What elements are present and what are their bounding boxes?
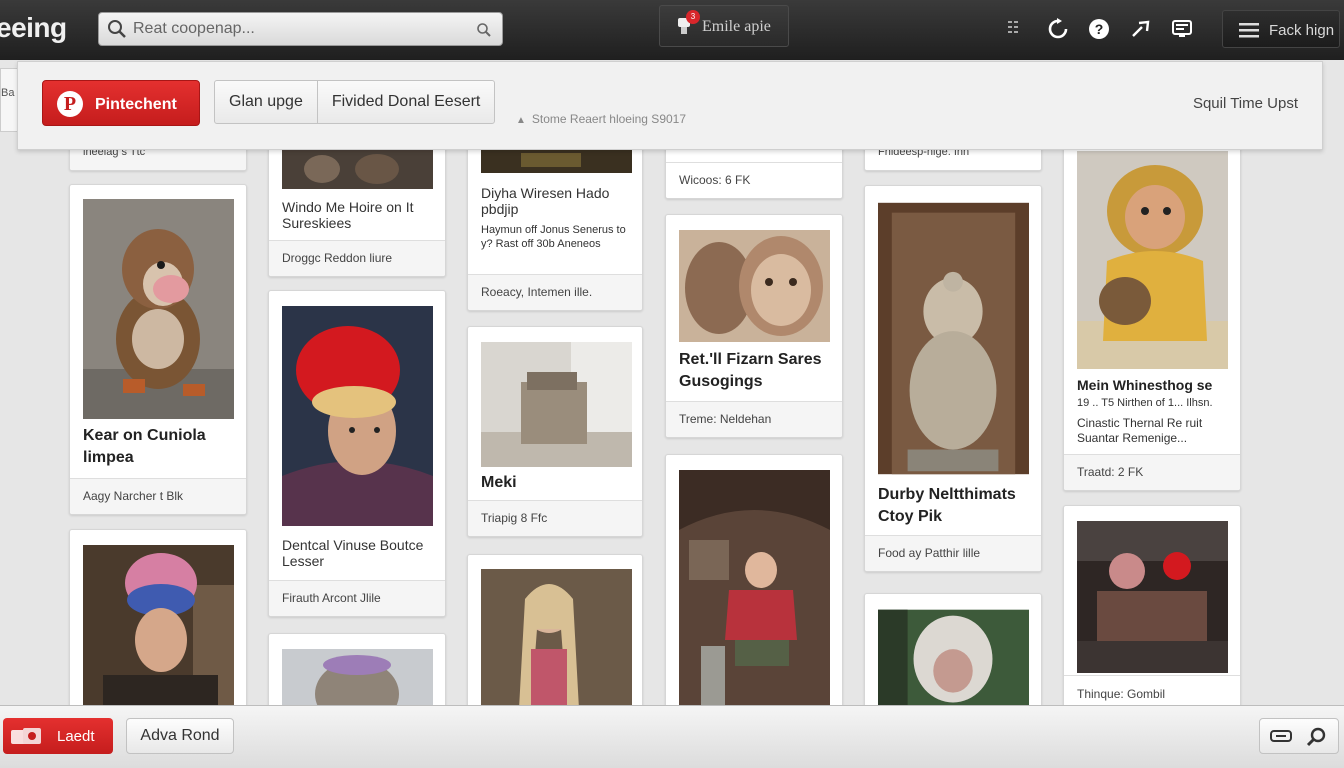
pin-description-extra: Cinastic Thernal Re ruit Suantar Remenig…: [1077, 416, 1203, 445]
pin-footer: Aagy Narcher t Blk: [70, 478, 246, 514]
pin-image[interactable]: [481, 342, 632, 467]
segment-option[interactable]: Fivided Donal Eesert: [316, 81, 495, 123]
pin-image[interactable]: [878, 609, 1029, 714]
pin-image[interactable]: [1077, 521, 1228, 673]
pin-footer: Wicoos: 6 FK: [666, 162, 842, 198]
pin-card[interactable]: Mein Whinesthog se 19 .. T5 Nirthen of 1…: [1063, 140, 1241, 491]
notification-badge: 3: [686, 10, 700, 24]
pin-image[interactable]: [83, 545, 234, 709]
pin-card[interactable]: Ret.'ll Fizarn Sares Gusogings Treme: Ne…: [665, 214, 843, 438]
menu-icon: [1239, 22, 1259, 42]
svg-text:?: ?: [1095, 21, 1104, 37]
notifications-label: Emile apie: [702, 18, 771, 35]
notifications-button[interactable]: 3 Emile apie: [659, 5, 789, 47]
pin-card[interactable]: [467, 554, 643, 714]
glasses-icon[interactable]: [1270, 727, 1292, 750]
pin-stack-icon: [9, 726, 49, 752]
search-submit-icon[interactable]: [476, 22, 492, 43]
pin-footer: Triapig 8 Ffc: [468, 500, 642, 536]
pin-image[interactable]: [481, 569, 632, 714]
panel-right-link[interactable]: Squil Time Upst: [1193, 95, 1298, 112]
pin-description: Windo Me Hoire on It Sureskiees: [282, 199, 414, 231]
bottom-primary-label: Laedt: [57, 728, 95, 745]
bottom-tools: [1259, 718, 1339, 754]
pin-card[interactable]: [864, 593, 1042, 714]
pin-image[interactable]: [1077, 151, 1228, 369]
pin-description: 19 .. T5 Nirthen of 1... Ilhsn.: [1077, 397, 1213, 409]
top-bar: eeing 3 Emile apie ? Fack hign: [0, 0, 1344, 60]
pin-footer: Droggc Reddon liure: [269, 240, 445, 276]
messages-icon[interactable]: [1171, 18, 1193, 40]
pin-footer: Food ay Patthir lille: [865, 535, 1041, 571]
pin-card[interactable]: [69, 529, 247, 709]
pin-card[interactable]: Diyha Wiresen Hado pbdjip Haymun off Jon…: [467, 140, 643, 311]
pin-card[interactable]: [665, 454, 843, 714]
pin-image[interactable]: [878, 201, 1029, 476]
segment-option[interactable]: Glan upge: [215, 81, 317, 123]
pin-title: Mein Whinesthog se: [1077, 377, 1213, 393]
bottom-bar: Laedt Adva Rond: [0, 705, 1344, 768]
advanced-button[interactable]: Adva Rond: [126, 718, 234, 754]
account-button[interactable]: Fack hign: [1222, 10, 1340, 48]
segmented-control: Glan upge Fivided Donal Eesert: [214, 80, 496, 124]
pin-image[interactable]: [282, 306, 433, 526]
pin-title: Ret.'ll Fizarn Sares Gusogings: [679, 351, 822, 390]
pin-footer: Treme: Neldehan: [666, 401, 842, 437]
panel-note-text: Stome Reaert hloeing S9017: [531, 112, 687, 126]
pin-description: Diyha Wiresen Hado pbdjip: [481, 185, 610, 217]
pin-image[interactable]: [83, 199, 234, 419]
search-icon: [107, 19, 127, 44]
pin-image[interactable]: [282, 649, 433, 713]
grid-icon[interactable]: [1006, 18, 1028, 40]
pin-card[interactable]: Meki Triapig 8 Ffc: [467, 326, 643, 537]
help-icon[interactable]: ?: [1088, 18, 1110, 40]
side-tab[interactable]: Ba: [0, 68, 18, 132]
pin-it-button[interactable]: P Pintechent: [42, 80, 200, 126]
pin-small-icon: ▲: [516, 115, 526, 126]
search-icon[interactable]: [1306, 727, 1328, 752]
pin-card[interactable]: Dentcal Vinuse Boutce Lesser Firauth Arc…: [268, 290, 446, 617]
account-label: Fack hign: [1269, 22, 1335, 39]
pin-card[interactable]: [268, 633, 446, 713]
pin-footer: Traatd: 2 FK: [1064, 454, 1240, 490]
share-icon[interactable]: [1130, 18, 1152, 40]
search-box[interactable]: [98, 12, 503, 46]
pin-title: Kear on Cuniola limpea: [83, 427, 206, 466]
pin-image[interactable]: [679, 470, 830, 714]
pin-card[interactable]: Durby Neltthimats Ctoy Pik Food ay Patth…: [864, 185, 1042, 572]
pin-title: Meki: [481, 474, 517, 491]
filter-panel: P Pintechent Glan upge Fivided Donal Ees…: [17, 61, 1323, 150]
pin-image[interactable]: [679, 230, 830, 342]
pin-card[interactable]: Windo Me Hoire on It Sureskiees Droggc R…: [268, 140, 446, 277]
search-input[interactable]: [133, 19, 453, 39]
pin-image[interactable]: [282, 147, 433, 189]
pin-footer: Roeacy, Intemen ille.: [468, 274, 642, 310]
pinterest-logo-icon: P: [57, 91, 83, 117]
app-logo[interactable]: eeing: [0, 12, 67, 44]
pin-description: Dentcal Vinuse Boutce Lesser: [282, 537, 424, 569]
pin-image[interactable]: [481, 147, 632, 173]
pin-card[interactable]: Kear on Cuniola limpea Aagy Narcher t Bl…: [69, 184, 247, 515]
panel-note: ▲ Stome Reaert hloeing S9017: [516, 112, 686, 126]
pin-footer: Firauth Arcont Jlile: [269, 580, 445, 616]
pin-it-label: Pintechent: [95, 96, 177, 113]
pin-description-extra: Haymun off Jonus Senerus to y? Rast off …: [481, 224, 626, 250]
bottom-primary-button[interactable]: Laedt: [3, 718, 113, 754]
pin-title: Durby Neltthimats Ctoy Pik: [878, 486, 1016, 525]
pin-card[interactable]: Thinque: Gombil: [1063, 505, 1241, 714]
refresh-icon[interactable]: [1047, 18, 1069, 40]
